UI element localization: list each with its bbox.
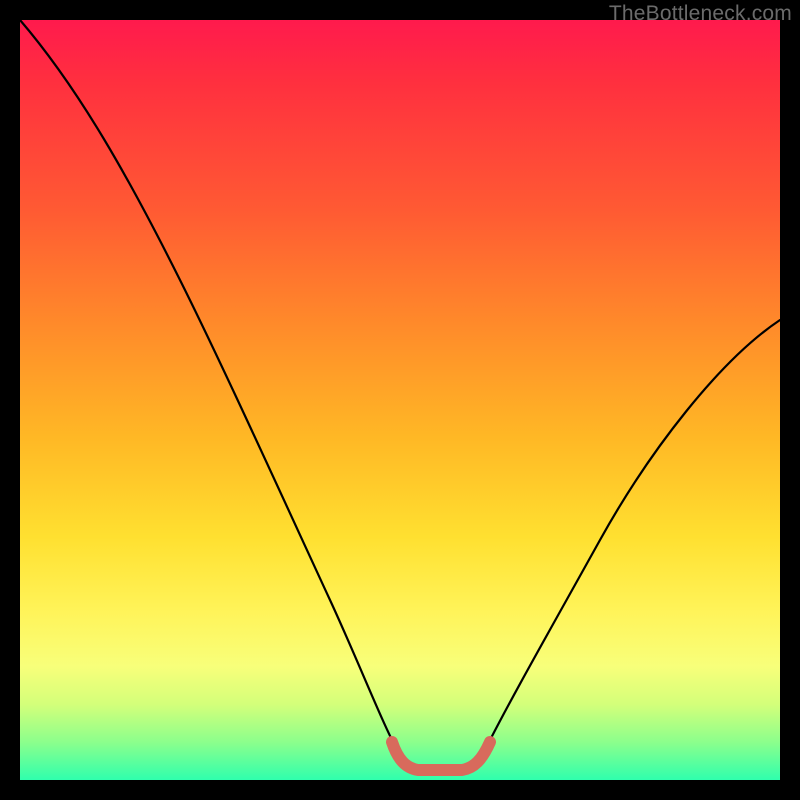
chart-svg [20,20,780,780]
bottleneck-curve-path [20,20,780,770]
chart-frame: TheBottleneck.com [0,0,800,800]
watermark-label: TheBottleneck.com [609,2,792,26]
highlight-band-path [392,742,490,770]
plot-area [20,20,780,780]
